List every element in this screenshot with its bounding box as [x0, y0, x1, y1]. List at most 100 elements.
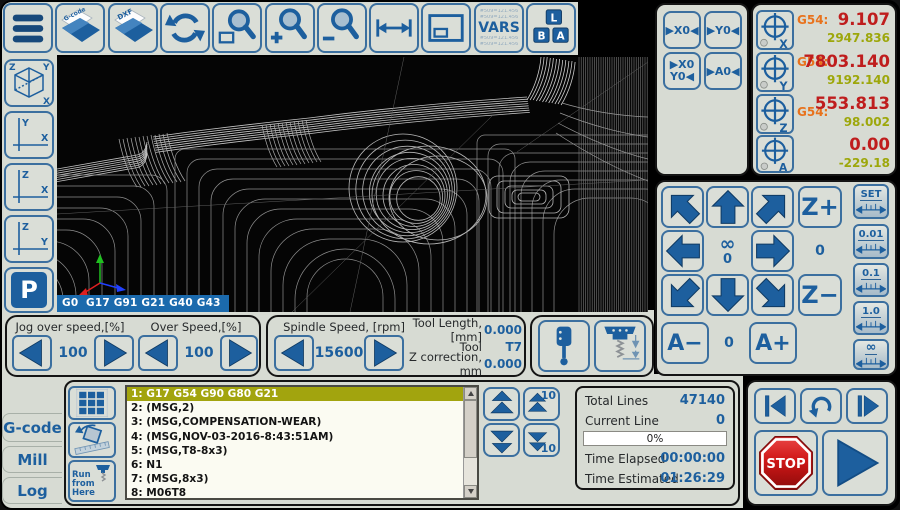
scroll-down-button[interactable] — [483, 423, 520, 457]
jog-down-button[interactable] — [706, 274, 749, 316]
dro-zero-x-button[interactable]: X — [756, 10, 794, 50]
over-speed-down-button[interactable] — [138, 335, 178, 371]
vars-button[interactable]: #509=121.456 #509=121.456 VARS #509=121.… — [474, 3, 524, 53]
spindle-speed-label: Spindle Speed, [rpm] — [283, 320, 405, 334]
stop-button[interactable]: STOP — [754, 430, 818, 496]
progress-bar: 0% — [583, 431, 727, 446]
probe-button[interactable] — [538, 320, 590, 372]
spindle-speed-value: 15600 — [314, 345, 364, 361]
jog-step-set-button[interactable]: SET — [853, 184, 889, 219]
go-to-start-button[interactable] — [754, 388, 796, 424]
jog-speed-value: 100 — [58, 345, 88, 361]
scrollbar-up-button[interactable] — [464, 387, 477, 400]
fit-view-icon — [428, 14, 464, 42]
gcode-line[interactable]: 8: M06T8 — [127, 486, 477, 498]
scroll-down-10-button[interactable]: 10 — [523, 423, 560, 457]
total-lines-value: 47140 — [679, 393, 725, 408]
spindle-panel: Spindle Speed, [rpm] 15600 Tool Length, … — [266, 315, 526, 378]
jog-speed-down-button[interactable] — [12, 335, 52, 371]
park-button[interactable]: P — [4, 267, 54, 313]
zoom-window-icon — [218, 9, 256, 44]
skip-to-start-icon — [765, 395, 786, 417]
gcode-line[interactable]: 1: G17 G54 G90 G80 G21 — [127, 387, 477, 402]
jog-a-minus-button[interactable]: A− — [661, 322, 709, 364]
gcode-scrollbar[interactable] — [463, 387, 477, 498]
xz-view-icon: Z X — [13, 170, 49, 203]
jog-step-10-button[interactable]: 1.0 — [853, 301, 889, 335]
jog-speed-up-button[interactable] — [94, 335, 134, 371]
measure-button[interactable] — [369, 3, 419, 53]
dro-z-work-value: 553.813 — [814, 94, 890, 113]
gcode-list[interactable]: 1: G17 G54 G90 G80 G21 2: (MSG,2) 3: (MS… — [125, 385, 479, 500]
scroll-up-10-button[interactable]: 10 — [523, 387, 560, 421]
tab-gcode[interactable]: G-code — [2, 413, 62, 442]
zoom-in-button[interactable] — [265, 3, 315, 53]
jog-step-001-button[interactable]: 0.01 — [853, 224, 889, 259]
arrow-up-right-icon — [753, 188, 792, 226]
refresh-view-button[interactable] — [160, 3, 210, 53]
open-dxf-button[interactable]: DXF — [108, 3, 158, 53]
scrollbar-down-button[interactable] — [464, 485, 477, 498]
ruler-icon — [856, 356, 886, 368]
gcode-line[interactable]: 7: (MSG,8x3) — [127, 472, 477, 486]
fit-view-button[interactable] — [421, 3, 471, 53]
spindle-speed-down-button[interactable] — [274, 335, 314, 371]
gcode-line[interactable]: 4: (MSG,NOV-03-2016-8:43:51AM) — [127, 430, 477, 444]
jog-up-button[interactable] — [706, 186, 749, 228]
zoom-out-button[interactable] — [317, 3, 367, 53]
time-elapsed-value: 00:00:00 — [660, 451, 725, 466]
svg-text:L: L — [551, 12, 558, 24]
view-xy-button[interactable]: Y X — [4, 111, 54, 159]
scroll-up-button[interactable] — [483, 387, 520, 421]
dro-zero-a-button[interactable]: A — [756, 135, 794, 173]
run-from-here-button[interactable]: Run from Here — [68, 460, 116, 502]
dro-zero-z-button[interactable]: Z — [756, 94, 794, 134]
jog-step-001-label: 0.01 — [857, 229, 885, 241]
gcode-line[interactable]: 6: N1 — [127, 458, 477, 472]
zero-xy-button[interactable]: ▶X0 Y0◀ — [663, 52, 701, 90]
menu-button[interactable] — [3, 3, 53, 53]
jog-left-button[interactable] — [661, 230, 704, 272]
jog-z-plus-button[interactable]: Z+ — [798, 186, 842, 228]
dro-zero-y-button[interactable]: Y — [756, 52, 794, 92]
tool-length-sensor-icon — [604, 326, 640, 360]
scrollbar-thumb[interactable] — [464, 400, 477, 458]
tab-mill[interactable]: Mill — [2, 446, 62, 473]
tab-log[interactable]: Log — [2, 477, 62, 504]
jog-right-button[interactable] — [751, 230, 794, 272]
jog-up-left-button[interactable] — [661, 186, 704, 228]
jog-step-continuous-button[interactable]: ∞ — [853, 339, 889, 370]
spindle-speed-up-button[interactable] — [364, 335, 404, 371]
tool-measure-button[interactable] — [594, 320, 646, 372]
stats-panel: Total Lines 47140 Current Line 0 0% Time… — [575, 386, 735, 490]
jog-z-minus-button[interactable]: Z− — [798, 274, 842, 316]
over-speed-up-button[interactable] — [220, 335, 258, 371]
zero-y-button[interactable]: ▶Y0◀ — [704, 11, 742, 49]
jog-step-set-label: SET — [859, 189, 883, 201]
jog-up-right-button[interactable] — [751, 186, 794, 228]
jog-down-right-button[interactable] — [751, 274, 794, 316]
dro-x-work-value: 9.107 — [837, 10, 890, 29]
view-xz-button[interactable]: Z X — [4, 163, 54, 211]
gcode-line[interactable]: 5: (MSG,T8-8x3) — [127, 444, 477, 458]
view-yz-button[interactable]: Z Y — [4, 215, 54, 263]
open-gcode-button[interactable]: G-code — [55, 3, 105, 53]
view-iso-button[interactable]: Z Y X — [4, 59, 54, 107]
reset-button[interactable] — [800, 388, 842, 424]
zero-x-button[interactable]: ▶X0◀ — [663, 11, 701, 49]
zoom-window-button[interactable] — [212, 3, 262, 53]
grid-view-button[interactable] — [68, 386, 116, 420]
jog-a-plus-button[interactable]: A+ — [749, 322, 797, 364]
toolpath-viewport[interactable]: G0 G17 G91 G21 G40 G43 — [57, 57, 648, 312]
step-forward-icon — [857, 395, 880, 417]
zero-a-button[interactable]: ▶A0◀ — [704, 52, 742, 90]
jog-step-01-button[interactable]: 0.1 — [853, 263, 889, 297]
keyboard-button[interactable]: L B A — [526, 3, 576, 53]
step-forward-button[interactable] — [846, 388, 888, 424]
scrollbar-up-icon — [467, 391, 474, 396]
gcode-line[interactable]: 2: (MSG,2) — [127, 401, 477, 415]
jog-down-left-button[interactable] — [661, 274, 704, 316]
placement-button[interactable] — [68, 422, 116, 458]
play-button[interactable] — [822, 430, 888, 496]
gcode-line[interactable]: 3: (MSG,COMPENSATION-WEAR) — [127, 415, 477, 429]
